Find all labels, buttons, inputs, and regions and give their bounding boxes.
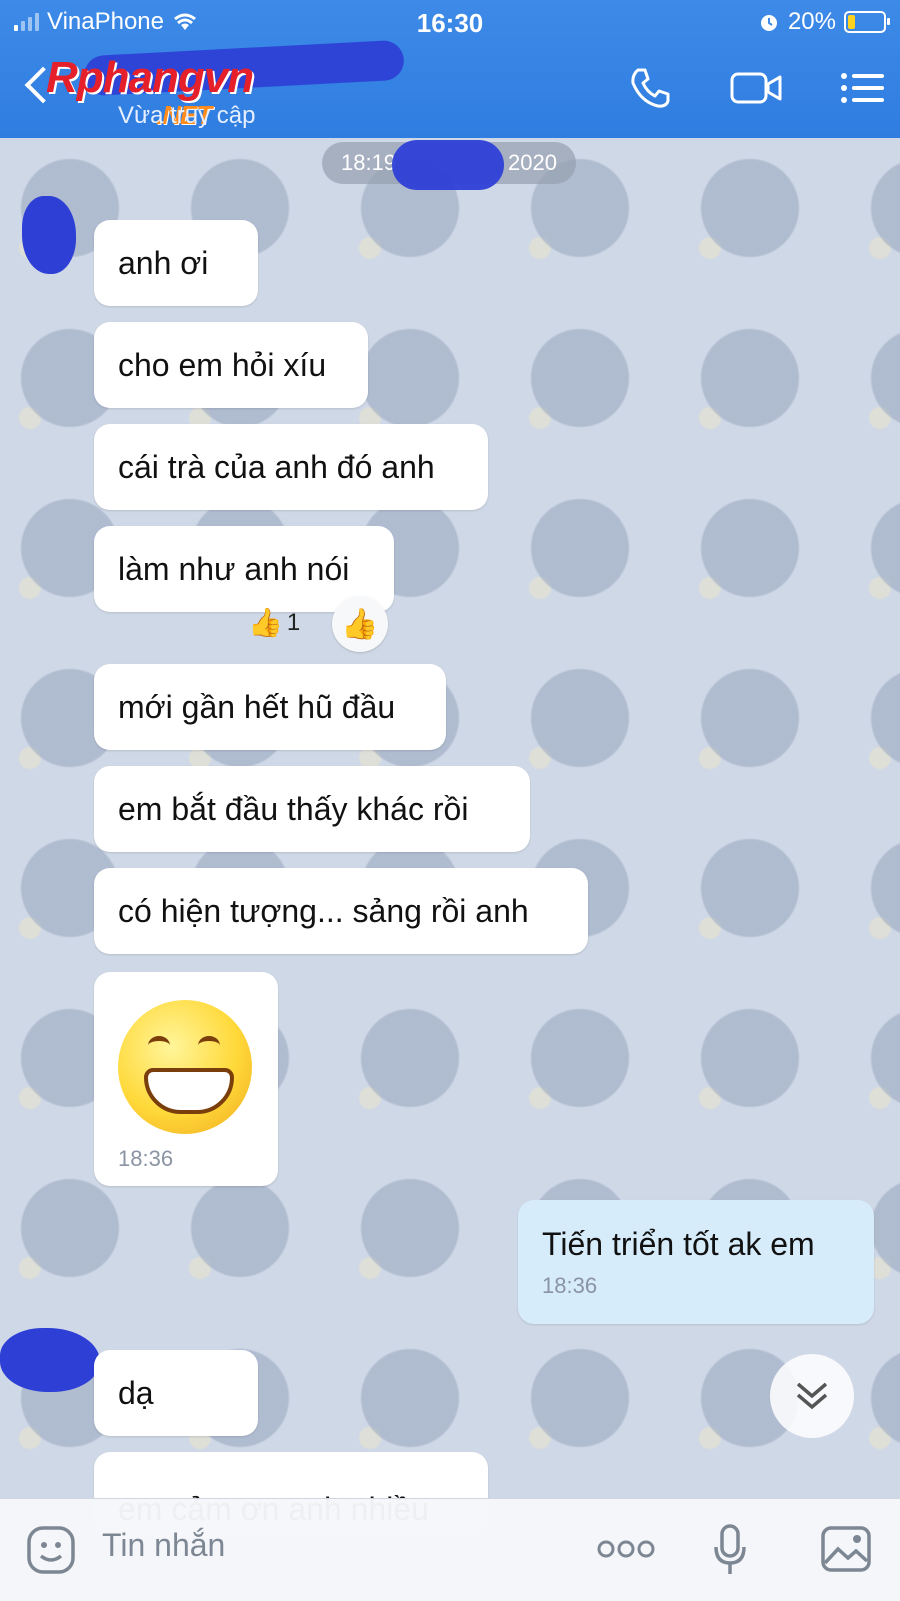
my-message-bubble[interactable]: Tiến triển tốt ak em 18:36 [518, 1200, 874, 1324]
battery-icon [844, 11, 890, 33]
image-icon[interactable] [820, 1525, 872, 1573]
battery-percent: 20% [787, 8, 836, 35]
more-icon[interactable] [596, 1539, 656, 1559]
message-bubble[interactable]: mới gần hết hũ đầu [94, 664, 446, 750]
grinning-emoji [118, 1000, 252, 1134]
battery-level [848, 15, 855, 29]
watermark-logo: Rphangvn .NET [46, 53, 254, 130]
redaction-scribble [392, 140, 504, 190]
avatar[interactable] [0, 1328, 100, 1392]
message-input[interactable]: Tin nhắn [102, 1527, 225, 1564]
message-bubble[interactable]: anh ơi [94, 220, 258, 306]
scroll-to-bottom-button[interactable] [770, 1354, 854, 1438]
sticker-icon[interactable] [26, 1525, 76, 1575]
reaction-summary[interactable]: 👍 1 [248, 606, 300, 639]
message-input-bar: Tin nhắn [0, 1498, 900, 1601]
message-bubble[interactable]: em bắt đầu thấy khác rồi [94, 766, 530, 852]
message-bubble[interactable]: dạ [94, 1350, 258, 1436]
video-icon[interactable] [730, 71, 782, 105]
thumbs-up-icon: 👍 [341, 607, 379, 641]
phone-icon[interactable] [628, 66, 672, 110]
message-bubble[interactable]: cho em hỏi xíu [94, 322, 368, 408]
microphone-icon[interactable] [712, 1523, 748, 1577]
reaction-button[interactable]: 👍 [332, 596, 388, 652]
alarm-icon [760, 15, 777, 31]
message-bubble[interactable]: cái trà của anh đó anh [94, 424, 488, 510]
menu-icon[interactable] [840, 71, 884, 105]
thumbs-up-icon: 👍 [248, 607, 283, 638]
double-chevron-down-icon [796, 1382, 828, 1410]
avatar[interactable] [22, 196, 76, 274]
status-bar: VinaPhone 16:30 20% [0, 0, 900, 46]
message-bubble[interactable]: có hiện tượng... sảng rồi anh [94, 868, 588, 954]
last-seen-status: Vừa truy cập [118, 102, 256, 129]
chat-header: VinaPhone 16:30 20% Rphangvn .NET Vừa tr… [0, 0, 900, 138]
